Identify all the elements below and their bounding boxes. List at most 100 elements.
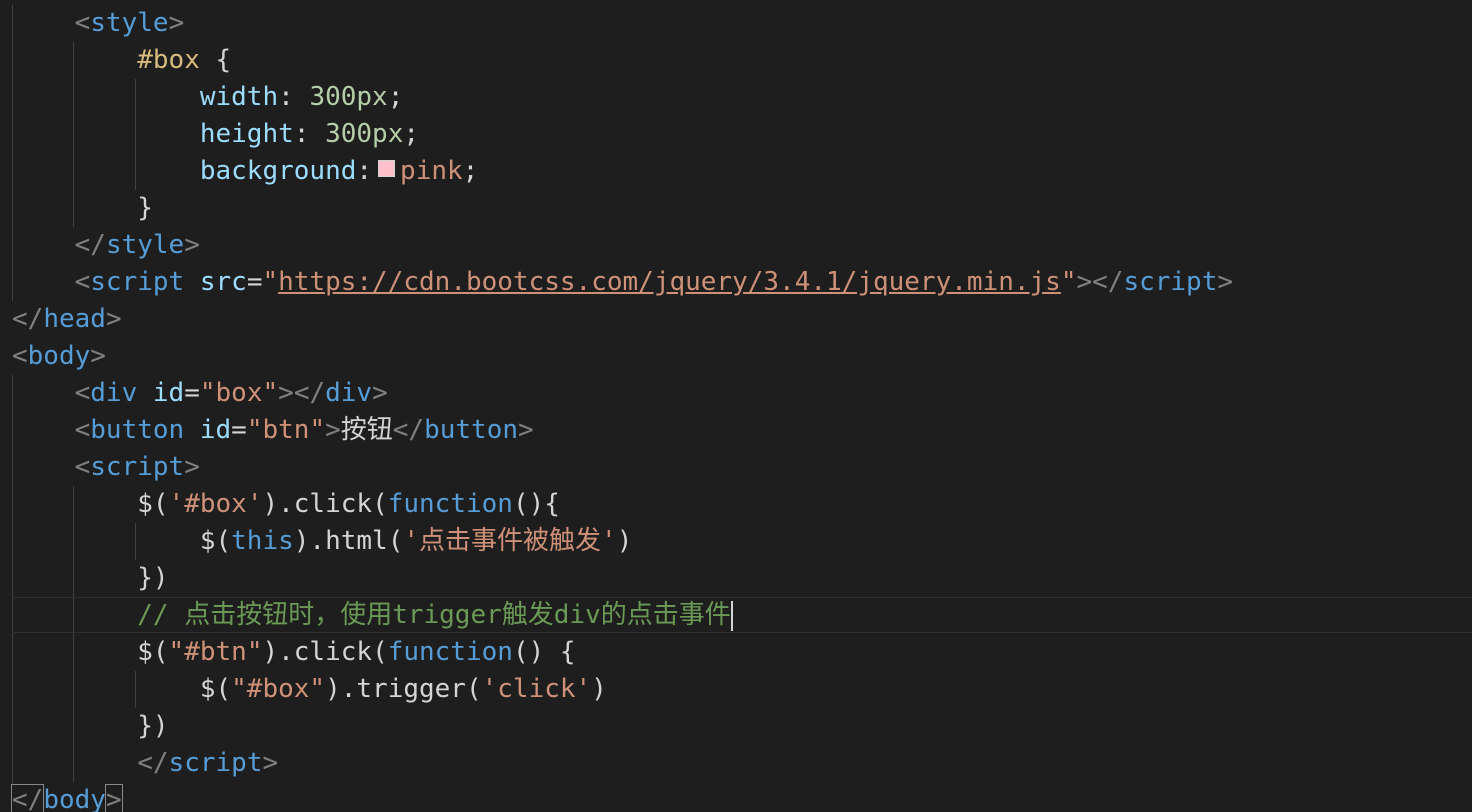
token: = <box>231 415 247 445</box>
token: = <box>184 378 200 408</box>
token: button <box>90 415 185 445</box>
code-line[interactable]: $(this).html('点击事件被触发') <box>12 523 633 560</box>
token: this <box>231 526 294 556</box>
token: ; <box>462 156 479 186</box>
token: ). <box>293 526 326 556</box>
token: ( <box>372 637 388 667</box>
token: height <box>199 119 294 149</box>
token: body <box>27 341 91 371</box>
token: function <box>387 637 513 667</box>
token: = <box>246 267 263 297</box>
token: > <box>372 378 388 408</box>
code-line[interactable]: background: pink; <box>12 153 478 190</box>
token: "box" <box>199 378 279 408</box>
token: ). <box>325 674 357 704</box>
token: < <box>74 8 91 38</box>
token: id <box>152 378 185 408</box>
token: trigger <box>356 674 466 704</box>
text-cursor <box>730 600 733 631</box>
token: }) <box>137 563 169 593</box>
token: button <box>424 415 519 445</box>
code-line[interactable]: </style> <box>12 227 200 264</box>
token: html <box>325 526 388 556</box>
code-line[interactable]: <button id="btn">按钮</button> <box>12 412 534 449</box>
token: > <box>90 341 106 371</box>
url-link[interactable]: https://cdn.bootcss.com/jquery/3.4.1/jqu… <box>278 267 1061 297</box>
token: < <box>74 415 91 445</box>
code-line[interactable]: <script> <box>12 449 200 486</box>
color-swatch-icon[interactable] <box>378 160 396 177</box>
token: ( <box>372 489 388 519</box>
token: ). <box>262 637 294 667</box>
token: script <box>1123 267 1218 297</box>
token: 300px <box>309 82 388 112</box>
code-line[interactable]: </script> <box>12 745 278 782</box>
token: " <box>1060 267 1077 297</box>
token: > <box>184 452 200 482</box>
matched-bracket: > <box>104 784 123 812</box>
token: > <box>518 415 534 445</box>
token: </ <box>74 230 106 260</box>
token: ; <box>387 82 404 112</box>
code-line[interactable]: $("#btn").click(function() { <box>12 634 576 671</box>
token: > <box>262 748 279 778</box>
comment: // 点击按钮时，使用trigger触发div的点击事件 <box>137 600 731 630</box>
code-line[interactable]: $('#box').click(function(){ <box>12 486 560 523</box>
code-editor[interactable]: <style> #box { width: 300px; height: 300… <box>0 0 1472 812</box>
token: head <box>43 304 106 334</box>
token: > <box>278 378 294 408</box>
token: </ <box>137 748 169 778</box>
token: </ <box>392 415 425 445</box>
token: "#box" <box>231 674 326 704</box>
code-line[interactable]: $("#box").trigger('click') <box>12 671 607 708</box>
token: #box <box>137 45 200 75</box>
token: script <box>90 267 185 297</box>
code-line[interactable]: <div id="box"></div> <box>12 375 388 412</box>
code-line[interactable]: }) <box>12 560 169 597</box>
token: div <box>325 378 373 408</box>
token: </ <box>12 304 44 334</box>
token: { <box>199 45 232 75</box>
token: script <box>168 748 263 778</box>
code-line[interactable]: <body> <box>12 338 106 375</box>
token: () { <box>512 637 576 667</box>
token: " <box>262 267 279 297</box>
code-line[interactable]: <style> <box>12 5 185 42</box>
token: < <box>12 341 28 371</box>
token: 300px <box>325 119 404 149</box>
code-line[interactable]: <script src="https://cdn.bootcss.com/jqu… <box>12 264 1233 301</box>
token: '#box' <box>168 489 263 519</box>
matched-bracket: </ <box>10 784 45 812</box>
code-line[interactable]: } <box>12 190 153 227</box>
token: > <box>1217 267 1234 297</box>
token: background <box>199 156 357 186</box>
token: (){ <box>512 489 560 519</box>
code-line[interactable]: </head> <box>12 301 122 338</box>
token: : <box>278 82 310 112</box>
token: < <box>74 378 91 408</box>
token: ( <box>465 674 482 704</box>
code-line[interactable]: }) <box>12 708 169 745</box>
code-line[interactable]: // 点击按钮时，使用trigger触发div的点击事件 <box>12 597 733 634</box>
token: click <box>293 637 373 667</box>
token: body <box>43 785 106 812</box>
token: } <box>137 193 153 223</box>
code-line[interactable]: #box { <box>12 42 231 79</box>
code-line[interactable]: height: 300px; <box>12 116 419 153</box>
token: }) <box>137 711 169 741</box>
token: style <box>90 8 169 38</box>
token: pink <box>400 156 463 186</box>
token: ). <box>262 489 294 519</box>
token: script <box>90 452 185 482</box>
token: width <box>199 82 279 112</box>
token: > <box>168 8 185 38</box>
token: "btn" <box>246 415 326 445</box>
token: </ <box>1092 267 1124 297</box>
token: id <box>199 415 232 445</box>
token: $( <box>137 637 169 667</box>
code-line[interactable]: </body> <box>10 782 123 812</box>
token: < <box>74 267 91 297</box>
token: click <box>293 489 373 519</box>
token: function <box>387 489 513 519</box>
code-line[interactable]: width: 300px; <box>12 79 404 116</box>
